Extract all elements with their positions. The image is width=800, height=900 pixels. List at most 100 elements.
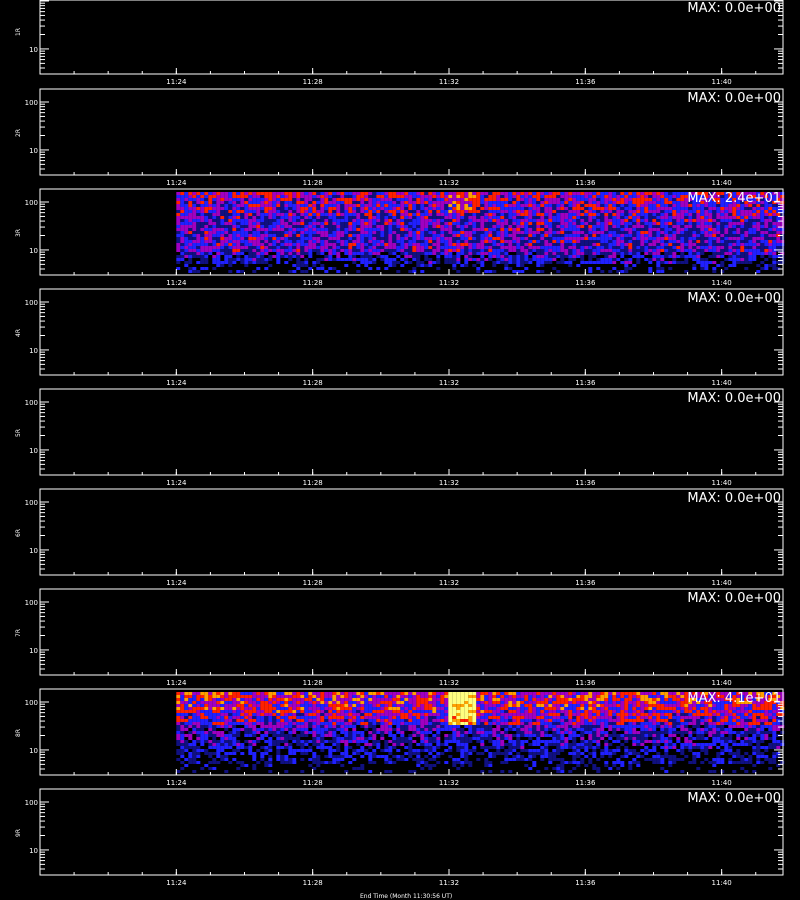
heatmap-cell [484, 219, 489, 222]
heatmap-cell [492, 243, 497, 246]
heatmap-cell [560, 192, 565, 195]
heatmap-cell [528, 201, 533, 204]
heatmap-cell [376, 207, 381, 210]
heatmap-cell [524, 258, 529, 261]
heatmap-cell [228, 737, 233, 740]
x-tick-label: 11:32 [439, 179, 459, 187]
heatmap-cell [708, 219, 713, 222]
heatmap-cell [248, 710, 253, 713]
heatmap-cell [248, 740, 253, 743]
heatmap-cell [260, 231, 265, 234]
heatmap-cell [452, 267, 457, 270]
heatmap-cell [460, 234, 465, 237]
heatmap-cell [276, 713, 281, 716]
heatmap-cell [248, 234, 253, 237]
heatmap-cell [260, 195, 265, 198]
heatmap-cell [360, 219, 365, 222]
heatmap-cell [452, 225, 457, 228]
heatmap-cell [336, 225, 341, 228]
heatmap-cell [212, 707, 217, 710]
heatmap-cell [484, 198, 489, 201]
heatmap-cell [444, 213, 449, 216]
heatmap-cell [608, 255, 613, 258]
heatmap-cell [432, 219, 437, 222]
heatmap-cell [772, 252, 777, 255]
heatmap-cell [520, 270, 525, 273]
heatmap-cell [212, 731, 217, 734]
heatmap-cell [624, 246, 629, 249]
heatmap-cell [192, 695, 197, 698]
heatmap-cell [672, 207, 677, 210]
heatmap-cell [752, 216, 757, 219]
heatmap-cell [216, 725, 221, 728]
heatmap-cell [212, 216, 217, 219]
heatmap-cell [624, 213, 629, 216]
heatmap-cell [272, 722, 277, 725]
heatmap-cell [436, 249, 441, 252]
heatmap-cell [200, 216, 205, 219]
heatmap-cell [192, 716, 197, 719]
heatmap-cell [656, 216, 661, 219]
heatmap-cell [504, 231, 509, 234]
heatmap-cell [240, 758, 245, 761]
heatmap-cell [428, 219, 433, 222]
heatmap-cell [564, 204, 569, 207]
heatmap-cell [400, 261, 405, 264]
heatmap-cell [752, 258, 757, 261]
heatmap-cell [760, 237, 765, 240]
heatmap-cell [200, 231, 205, 234]
heatmap-cell [356, 252, 361, 255]
heatmap-cell [248, 261, 253, 264]
heatmap-cell [240, 695, 245, 698]
y-tick-label: 100 [25, 399, 38, 407]
heatmap-cell [328, 267, 333, 270]
heatmap-cell [264, 267, 269, 270]
heatmap-cell [312, 240, 317, 243]
heatmap-cell [752, 234, 757, 237]
heatmap-cell [312, 237, 317, 240]
heatmap-cell [312, 231, 317, 234]
heatmap-cell [696, 207, 701, 210]
heatmap-cell [240, 201, 245, 204]
heatmap-cell [256, 201, 261, 204]
heatmap-cell [304, 231, 309, 234]
heatmap-cell [528, 231, 533, 234]
heatmap-cell [384, 225, 389, 228]
heatmap-cell [568, 231, 573, 234]
heatmap-cell [456, 252, 461, 255]
heatmap-cell [580, 249, 585, 252]
heatmap-cell [596, 252, 601, 255]
heatmap-cell [284, 713, 289, 716]
heatmap-cell [452, 216, 457, 219]
heatmap-cell [224, 207, 229, 210]
heatmap-cell [224, 249, 229, 252]
heatmap-cell [236, 234, 241, 237]
heatmap-cell [312, 243, 317, 246]
heatmap-cell [732, 246, 737, 249]
heatmap-cell [196, 731, 201, 734]
heatmap-cell [588, 192, 593, 195]
heatmap-cell [176, 216, 181, 219]
heatmap-cell [516, 192, 521, 195]
heatmap-cell [464, 207, 469, 210]
x-tick-label: 11:36 [575, 279, 596, 287]
heatmap-cell [408, 219, 413, 222]
heatmap-cell [344, 246, 349, 249]
heatmap-cell [692, 216, 697, 219]
heatmap-cell [544, 192, 549, 195]
heatmap-cell [192, 258, 197, 261]
heatmap-cell [380, 204, 385, 207]
heatmap-cell [668, 246, 673, 249]
heatmap-cell [228, 722, 233, 725]
heatmap-cell [184, 255, 189, 258]
heatmap-cell [388, 192, 393, 195]
heatmap-cell [220, 252, 225, 255]
heatmap-cell [744, 225, 749, 228]
heatmap-cell [556, 198, 561, 201]
heatmap-cell [712, 267, 717, 270]
heatmap-cell [592, 219, 597, 222]
heatmap-cell [304, 222, 309, 225]
heatmap-cell [320, 707, 325, 710]
heatmap-cell [228, 734, 233, 737]
heatmap-cell [572, 225, 577, 228]
